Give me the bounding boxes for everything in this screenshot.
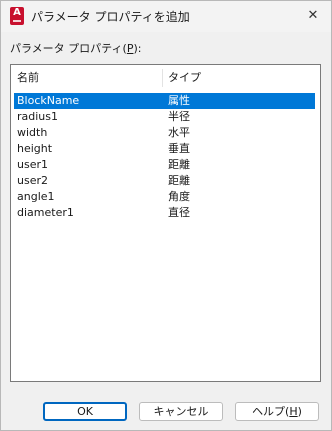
list-item-name: user1 [17, 158, 48, 171]
list-item-type: 直径 [168, 206, 190, 219]
cancel-button[interactable]: キャンセル [139, 402, 223, 421]
list-item-name: BlockName [17, 94, 80, 107]
column-header-type[interactable]: タイプ [168, 66, 308, 89]
list-item-type: 水平 [168, 126, 190, 139]
list-item-name: height [17, 142, 53, 155]
list-item-name: radius1 [17, 110, 59, 123]
window-title: パラメータ プロパティを追加 [31, 10, 190, 24]
title-bar: A パラメータ プロパティを追加 ✕ [1, 1, 331, 32]
column-divider[interactable] [162, 69, 163, 87]
help-button[interactable]: ヘルプ(H) [235, 402, 319, 421]
close-icon[interactable]: ✕ [301, 5, 325, 27]
list-item[interactable]: user1 距離 [14, 157, 315, 173]
list-item-name: angle1 [17, 190, 55, 203]
list-item[interactable]: diameter1 直径 [14, 205, 315, 221]
list-item-type: 半径 [168, 110, 190, 123]
list-item[interactable]: BlockName 属性 [14, 93, 315, 109]
parameter-properties-list[interactable]: 名前 タイプ BlockName 属性 radius1 半径 width 水平 height… [10, 64, 321, 382]
list-item-name: width [17, 126, 48, 139]
autocad-app-icon: A [10, 7, 24, 25]
list-item-type: 距離 [168, 174, 190, 187]
add-parameter-properties-dialog: A パラメータ プロパティを追加 ✕ パラメータ プロパティ(P): 名前 タイ… [0, 0, 332, 431]
list-item-name: diameter1 [17, 206, 74, 219]
ok-button[interactable]: OK [43, 402, 127, 421]
list-item-type: 角度 [168, 190, 190, 203]
list-item[interactable]: radius1 半径 [14, 109, 315, 125]
parameter-properties-label: パラメータ プロパティ(P): [10, 42, 142, 55]
list-rows: BlockName 属性 radius1 半径 width 水平 height 垂直 user1… [14, 93, 315, 221]
list-item-type: 距離 [168, 158, 190, 171]
list-item[interactable]: user2 距離 [14, 173, 315, 189]
list-item-type: 属性 [168, 94, 190, 107]
list-item-type: 垂直 [168, 142, 190, 155]
list-item[interactable]: angle1 角度 [14, 189, 315, 205]
list-item[interactable]: height 垂直 [14, 141, 315, 157]
list-header: 名前 タイプ [12, 66, 319, 89]
column-header-name[interactable]: 名前 [17, 66, 162, 89]
list-item-name: user2 [17, 174, 48, 187]
list-item[interactable]: width 水平 [14, 125, 315, 141]
